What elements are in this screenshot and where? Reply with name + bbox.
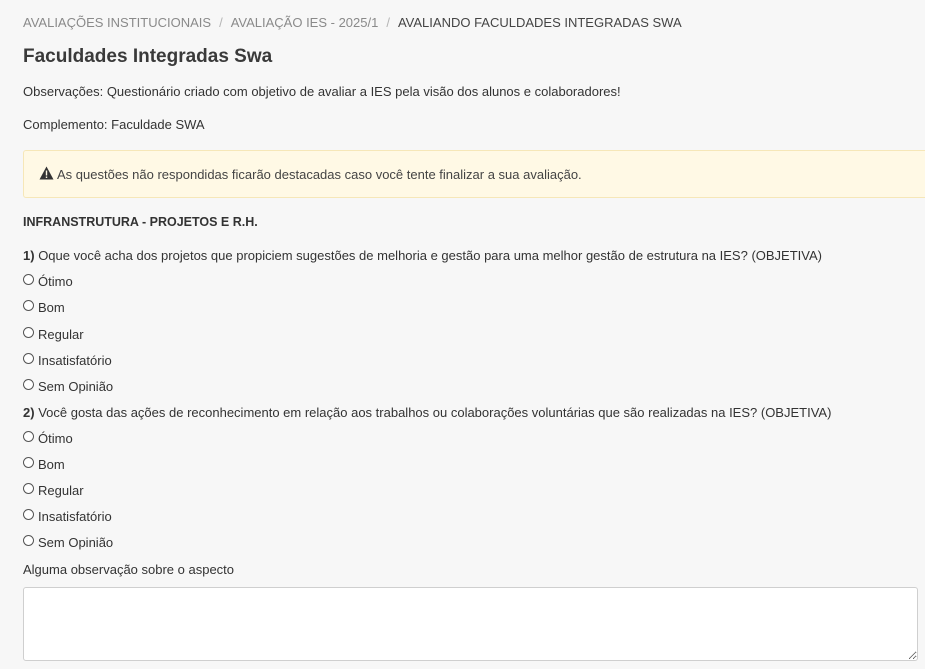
question-text: Oque você acha dos projetos que propicie… (38, 248, 822, 263)
radio-button[interactable] (23, 274, 34, 285)
q2-option-insatisfatorio[interactable]: Insatisfatório (23, 509, 112, 524)
question-text: Você gosta das ações de reconhecimento e… (38, 405, 832, 420)
option-label: Regular (38, 327, 84, 342)
radio-button[interactable] (23, 300, 34, 311)
q2-option-regular[interactable]: Regular (23, 483, 84, 498)
breadcrumb-item-avaliacoes-institucionais[interactable]: AVALIAÇÕES INSTITUCIONAIS (23, 15, 211, 30)
question-number: 1) (23, 248, 35, 263)
radio-button[interactable] (23, 353, 34, 364)
section-title: INFRANSTRUTURA - PROJETOS E R.H. (23, 215, 258, 229)
breadcrumb-separator: / (219, 15, 223, 30)
warning-icon (39, 166, 54, 180)
radio-button[interactable] (23, 379, 34, 390)
question-number: 2) (23, 405, 35, 420)
option-label: Regular (38, 483, 84, 498)
q1-option-otimo[interactable]: Ótimo (23, 274, 73, 289)
page-title: Faculdades Integradas Swa (23, 46, 273, 67)
breadcrumb-current: AVALIANDO FACULDADES INTEGRADAS SWA (397, 15, 682, 30)
radio-button[interactable] (23, 327, 34, 338)
q2-option-bom[interactable]: Bom (23, 457, 65, 472)
question-1: 1) Oque você acha dos projetos que propi… (23, 248, 822, 263)
radio-button[interactable] (23, 483, 34, 494)
q1-option-sem-opiniao[interactable]: Sem Opinião (23, 379, 113, 394)
radio-button[interactable] (23, 457, 34, 468)
option-label: Bom (38, 457, 65, 472)
option-label: Insatisfatório (38, 509, 112, 524)
option-label: Bom (38, 300, 65, 315)
question-2: 2) Você gosta das ações de reconheciment… (23, 405, 831, 420)
option-label: Ótimo (38, 274, 73, 289)
unanswered-warning-alert: As questões não respondidas ficarão dest… (23, 150, 925, 198)
breadcrumb-separator: / (386, 15, 390, 30)
observacoes-text: Observações: Questionário criado com obj… (23, 84, 621, 99)
option-label: Sem Opinião (38, 379, 114, 394)
radio-button[interactable] (23, 509, 34, 520)
q2-option-otimo[interactable]: Ótimo (23, 431, 73, 446)
observation-textarea[interactable] (23, 587, 918, 661)
complemento-text: Complemento: Faculdade SWA (23, 117, 205, 132)
option-label: Ótimo (38, 431, 73, 446)
q1-option-regular[interactable]: Regular (23, 327, 84, 342)
alert-text: As questões não respondidas ficarão dest… (57, 166, 582, 182)
radio-button[interactable] (23, 431, 34, 442)
q1-option-bom[interactable]: Bom (23, 300, 65, 315)
option-label: Sem Opinião (38, 535, 114, 550)
option-label: Insatisfatório (38, 353, 112, 368)
radio-button[interactable] (23, 535, 34, 546)
q2-option-sem-opiniao[interactable]: Sem Opinião (23, 535, 113, 550)
breadcrumb-item-avaliacao-ies[interactable]: AVALIAÇÃO IES - 2025/1 (231, 15, 379, 30)
q1-option-insatisfatorio[interactable]: Insatisfatório (23, 353, 112, 368)
observation-label: Alguma observação sobre o aspecto (23, 562, 235, 577)
evaluation-page: AVALIAÇÕES INSTITUCIONAIS / AVALIAÇÃO IES … (0, 0, 925, 669)
breadcrumb: AVALIAÇÕES INSTITUCIONAIS / AVALIAÇÃO IES … (23, 15, 682, 30)
